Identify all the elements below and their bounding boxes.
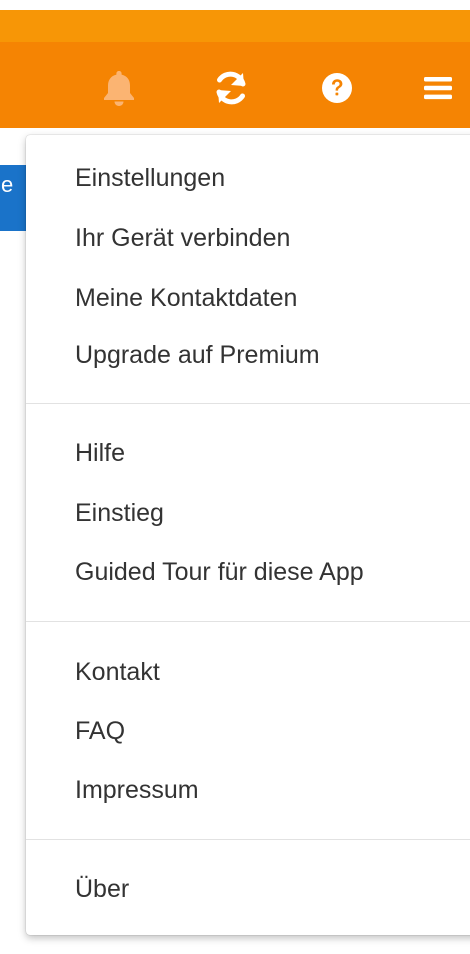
menu-item-ueber[interactable]: Über bbox=[75, 869, 129, 909]
menu-item-einstellungen[interactable]: Einstellungen bbox=[75, 158, 225, 198]
background-tab-label: e bbox=[1, 172, 14, 197]
refresh-icon bbox=[213, 70, 249, 106]
notifications-button[interactable] bbox=[97, 66, 141, 110]
background-tab-fragment[interactable]: e bbox=[0, 165, 26, 231]
refresh-button[interactable] bbox=[209, 66, 253, 110]
menu-item-kontakt[interactable]: Kontakt bbox=[75, 652, 160, 692]
menu-item-impressum[interactable]: Impressum bbox=[75, 770, 199, 810]
menu-item-einstieg[interactable]: Einstieg bbox=[75, 493, 164, 533]
menu-item-upgrade-premium[interactable]: Upgrade auf Premium bbox=[75, 335, 320, 375]
menu-item-geraet-verbinden[interactable]: Ihr Gerät verbinden bbox=[75, 218, 290, 258]
menu-item-hilfe[interactable]: Hilfe bbox=[75, 433, 125, 473]
menu-divider bbox=[26, 403, 470, 404]
dropdown-menu: Einstellungen Ihr Gerät verbinden Meine … bbox=[26, 135, 470, 935]
main-menu-button[interactable] bbox=[416, 66, 460, 110]
hamburger-menu-icon bbox=[422, 74, 454, 102]
menu-divider bbox=[26, 621, 470, 622]
help-icon bbox=[321, 72, 353, 104]
menu-item-faq[interactable]: FAQ bbox=[75, 711, 125, 751]
app-header bbox=[0, 10, 470, 128]
menu-divider bbox=[26, 839, 470, 840]
menu-item-kontaktdaten[interactable]: Meine Kontaktdaten bbox=[75, 278, 297, 318]
menu-item-guided-tour[interactable]: Guided Tour für diese App bbox=[75, 552, 364, 592]
help-button[interactable] bbox=[315, 66, 359, 110]
bell-icon bbox=[102, 69, 136, 107]
header-top-band bbox=[0, 10, 470, 42]
top-strip bbox=[0, 0, 470, 10]
